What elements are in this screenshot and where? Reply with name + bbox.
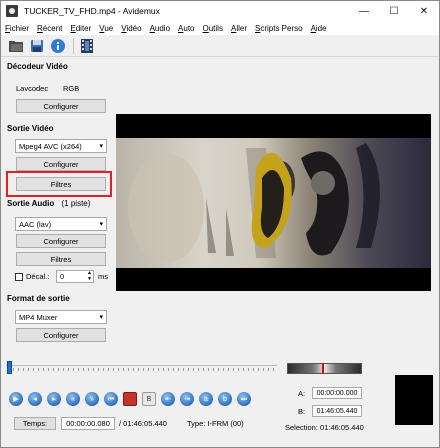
- frame-type: Type: I-FRM (00): [187, 419, 244, 428]
- decoder-title: Décodeur Vidéo: [7, 62, 68, 71]
- decoder-codec: Lavcodec: [16, 84, 49, 93]
- video-frame: [116, 138, 431, 268]
- shift-unit: ms: [98, 272, 108, 281]
- video-configure-button[interactable]: Configurer: [16, 157, 106, 171]
- menu-editer[interactable]: Editer: [70, 24, 91, 33]
- menu-aller[interactable]: Aller: [231, 24, 247, 33]
- film-icon[interactable]: [79, 38, 95, 54]
- goto-end-icon[interactable]: ⇥: [180, 392, 194, 406]
- menu-scripts-perso[interactable]: Scripts Perso: [255, 24, 303, 33]
- next-frame-icon[interactable]: ▸: [47, 392, 61, 406]
- chevron-down-icon: ▾: [99, 143, 103, 150]
- video-output-title: Sortie Vidéo: [7, 124, 54, 133]
- shift-checkbox[interactable]: [15, 273, 23, 281]
- menu-bar: Fichier Récent Editer Vue Vidéo Audio Au…: [1, 21, 439, 35]
- menu-aide[interactable]: Aide: [311, 24, 327, 33]
- timeline-track[interactable]: [6, 358, 277, 366]
- goto-start-icon[interactable]: ⇤: [161, 392, 175, 406]
- chevron-down-icon: ▾: [99, 221, 103, 228]
- current-time-field[interactable]: 00:00:00.080: [61, 417, 115, 430]
- video-preview: [116, 114, 431, 291]
- audio-configure-button[interactable]: Configurer: [16, 234, 106, 248]
- muxer-value: MP4 Muxer: [19, 312, 58, 322]
- menu-auto[interactable]: Auto: [178, 24, 194, 33]
- marker-b-field[interactable]: 01:46:05.440: [312, 405, 362, 417]
- goto-marker-b-icon[interactable]: b: [218, 392, 232, 406]
- save-icon[interactable]: [29, 38, 45, 54]
- previous-keyframe-icon[interactable]: «: [66, 392, 80, 406]
- total-time: / 01:46:05.440: [119, 419, 167, 428]
- selection-summary: Selection: 01:46:05.440: [285, 423, 364, 432]
- jog-shuttle[interactable]: [287, 363, 362, 374]
- title-bar: TUCKER_TV_FHD.mp4 - Avidemux — ☐ ✕: [1, 1, 439, 21]
- video-codec-select[interactable]: Mpeg4 AVC (x264) ▾: [15, 139, 107, 153]
- set-marker-b-icon[interactable]: B: [142, 392, 156, 406]
- menu-audio[interactable]: Audio: [150, 24, 170, 33]
- marker-a-label: A:: [298, 389, 306, 398]
- toolbar-separator: [73, 37, 74, 54]
- audio-codec-select[interactable]: AAC (lav) ▾: [15, 217, 107, 231]
- menu-recent[interactable]: Récent: [37, 24, 62, 33]
- next-keyframe-icon[interactable]: »: [85, 392, 99, 406]
- audio-codec-value: AAC (lav): [19, 219, 52, 229]
- next-black-frame-icon[interactable]: ⏭: [237, 392, 251, 406]
- app-icon: [6, 5, 18, 17]
- menu-fichier[interactable]: Fichier: [5, 24, 29, 33]
- menu-video[interactable]: Vidéo: [121, 24, 141, 33]
- video-codec-value: Mpeg4 AVC (x264): [19, 141, 82, 151]
- jog-shuttle-marker: [322, 363, 324, 374]
- shift-value: 0: [60, 272, 65, 281]
- audio-output-label: Sortie Audio: [7, 199, 55, 208]
- shift-spinbox[interactable]: 0 ▲ ▼: [56, 270, 94, 283]
- marker-a-field[interactable]: 00:00:00.000: [312, 387, 362, 399]
- muxer-select[interactable]: MP4 Muxer ▾: [15, 310, 107, 324]
- video-frame-image: [128, 143, 380, 263]
- goto-marker-a-icon[interactable]: a: [199, 392, 213, 406]
- video-filters-button[interactable]: Filtres: [16, 177, 106, 191]
- timeline-ticks: [13, 368, 277, 371]
- play-icon[interactable]: ▶: [9, 392, 23, 406]
- transport-controls: ▶ ◂ ▸ « » ⏮ B ⇤ ⇥ a b ⏭: [9, 391, 256, 407]
- decoder-configure-button[interactable]: Configurer: [16, 99, 106, 113]
- audio-filters-button[interactable]: Filtres: [16, 252, 106, 266]
- decoder-format: RGB: [63, 84, 80, 93]
- shift-label: Décal.:: [26, 272, 50, 281]
- close-button[interactable]: ✕: [409, 1, 439, 21]
- audio-meter-display: [395, 375, 433, 425]
- marker-b-label: B:: [298, 407, 306, 416]
- previous-black-frame-icon[interactable]: ⏮: [104, 392, 118, 406]
- menu-outils[interactable]: Outils: [203, 24, 223, 33]
- info-icon[interactable]: [50, 38, 66, 54]
- chevron-down-icon: ▾: [99, 314, 103, 321]
- time-button[interactable]: Temps:: [14, 417, 56, 430]
- maximize-button[interactable]: ☐: [379, 1, 409, 21]
- output-format-title: Format de sortie: [7, 294, 70, 303]
- muxer-configure-button[interactable]: Configurer: [16, 328, 106, 342]
- minimize-button[interactable]: —: [349, 1, 379, 21]
- previous-frame-icon[interactable]: ◂: [28, 392, 42, 406]
- timeline-slider-handle[interactable]: [7, 361, 12, 374]
- menu-vue[interactable]: Vue: [99, 24, 113, 33]
- avidemux-window: TUCKER_TV_FHD.mp4 - Avidemux — ☐ ✕ Fichi…: [0, 0, 440, 448]
- toolbar: [1, 35, 439, 57]
- open-folder-icon[interactable]: [8, 38, 24, 54]
- audio-track-count: (1 piste): [61, 199, 91, 208]
- spin-arrows-icon: ▲ ▼: [87, 270, 92, 282]
- audio-output-title: Sortie Audio (1 piste): [7, 199, 90, 208]
- window-title: TUCKER_TV_FHD.mp4 - Avidemux: [24, 6, 160, 16]
- set-marker-a-icon[interactable]: [123, 392, 137, 406]
